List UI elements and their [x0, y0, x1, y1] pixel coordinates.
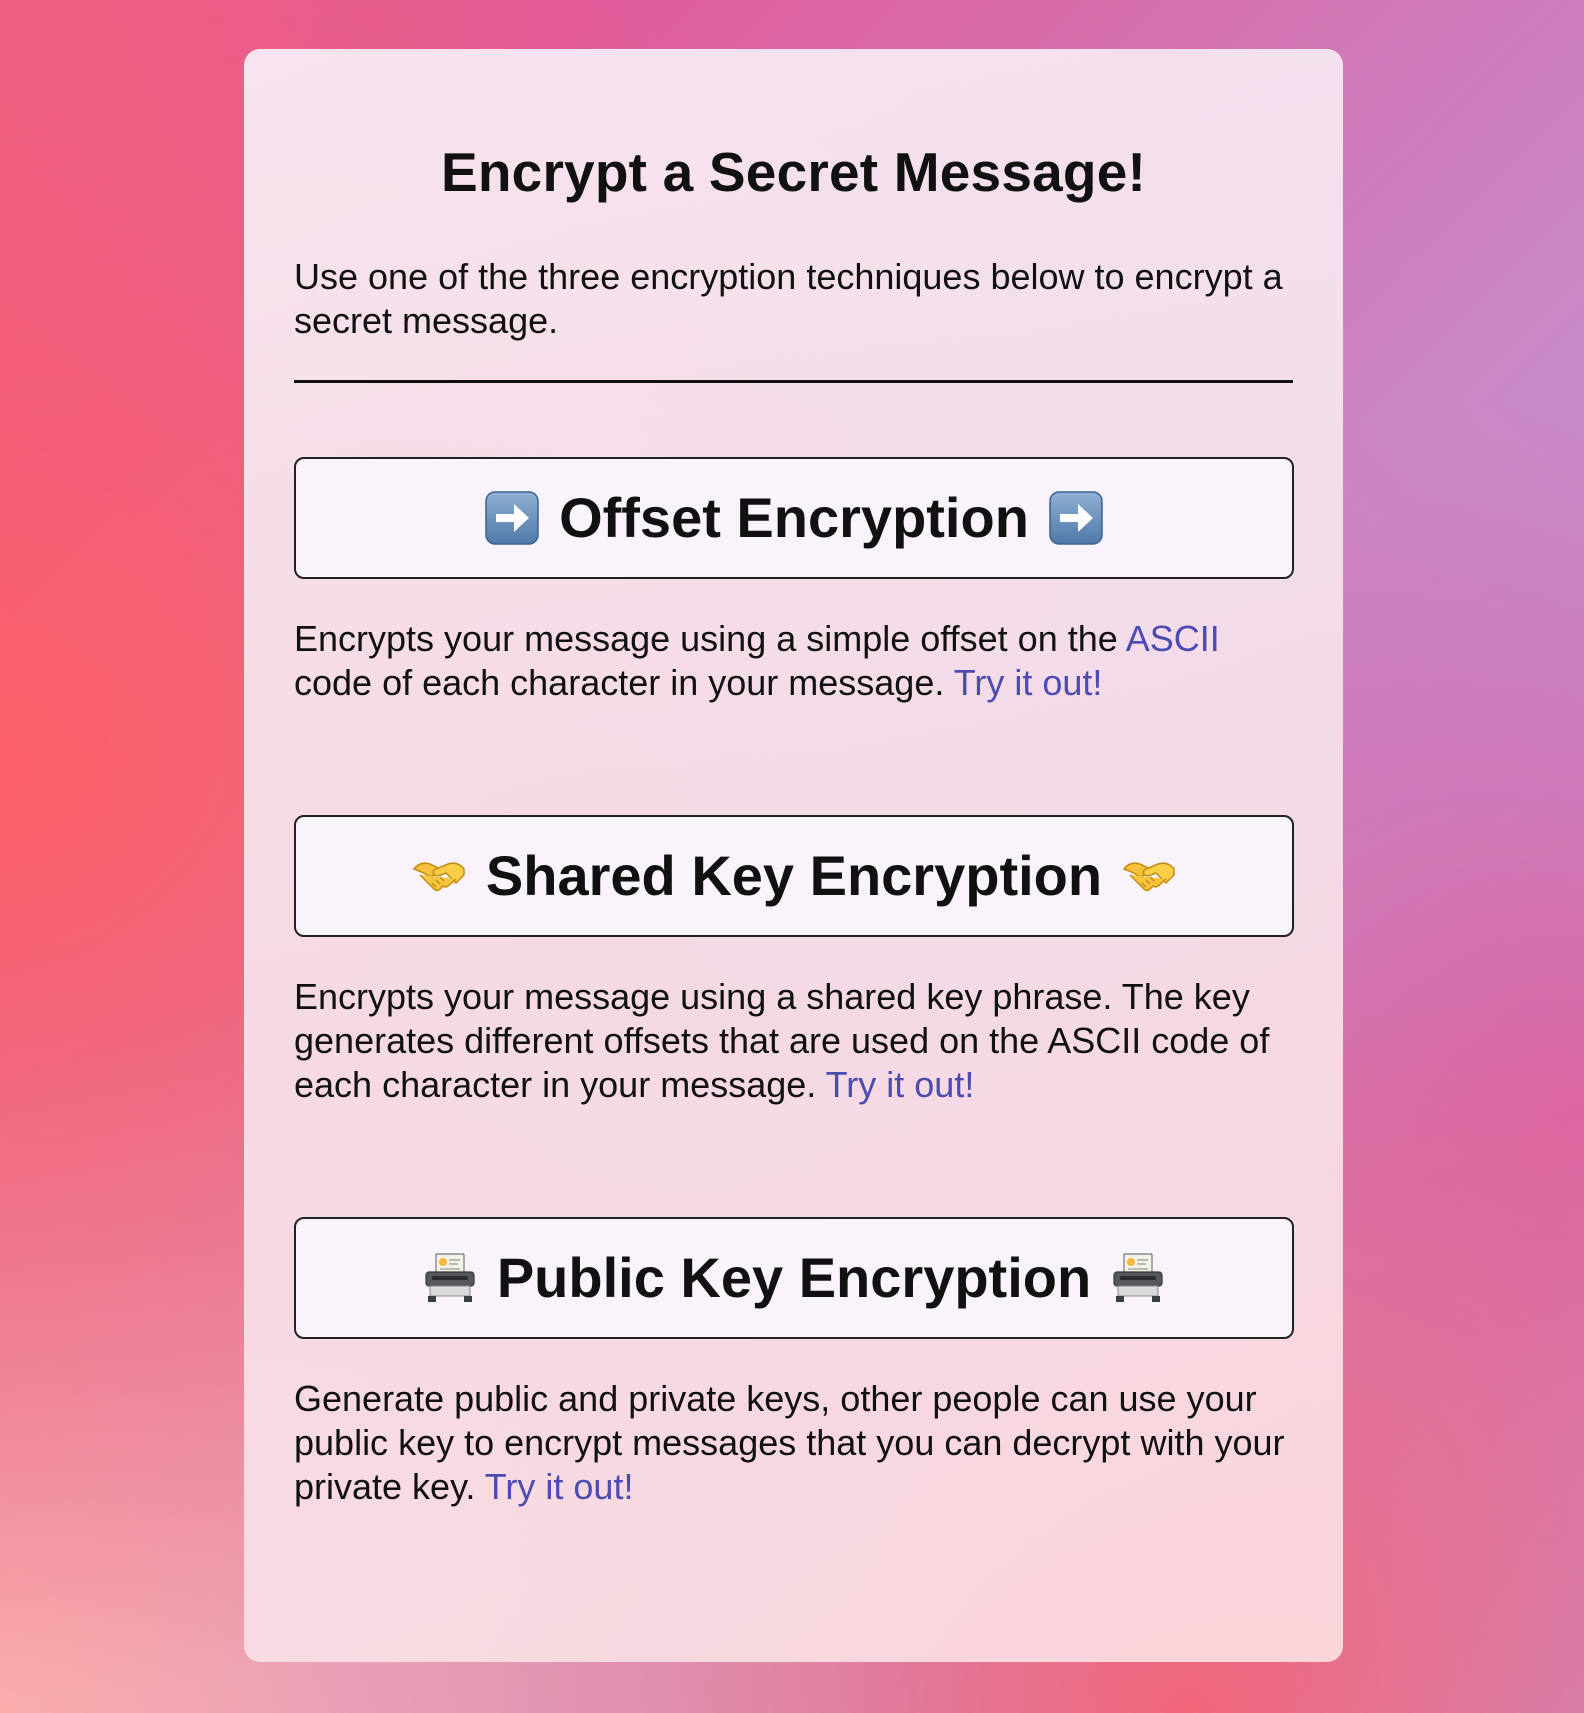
fax-machine-icon	[1109, 1249, 1167, 1307]
offset-description-text-1: Encrypts your message using a simple off…	[294, 618, 1126, 659]
shared-key-encryption-button[interactable]: Shared Key Encryption	[294, 815, 1294, 937]
public-key-encryption-label: Public Key Encryption	[496, 1246, 1092, 1309]
offset-encryption-description: Encrypts your message using a simple off…	[294, 617, 1293, 705]
intro-text: Use one of the three encryption techniqu…	[294, 256, 1283, 341]
handshake-icon	[410, 847, 468, 905]
shared-key-encryption-label: Shared Key Encryption	[485, 844, 1103, 907]
handshake-icon	[1120, 847, 1178, 905]
offset-try-it-link[interactable]: Try it out!	[954, 662, 1103, 703]
offset-description-text-2: code of each character in your message.	[294, 662, 954, 703]
ascii-link[interactable]: ASCII	[1126, 618, 1220, 659]
shared-key-description-text: Encrypts your message using a shared key…	[294, 976, 1270, 1105]
page-title: Encrypt a Secret Message!	[440, 141, 1147, 203]
public-key-encryption-button[interactable]: Public Key Encryption	[294, 1217, 1294, 1339]
divider	[294, 380, 1293, 383]
shared-key-try-it-link[interactable]: Try it out!	[826, 1064, 975, 1105]
public-key-description-text: Generate public and private keys, other …	[294, 1378, 1285, 1507]
right-arrow-icon	[483, 489, 541, 547]
public-key-try-it-link[interactable]: Try it out!	[485, 1466, 634, 1507]
shared-key-encryption-description: Encrypts your message using a shared key…	[294, 975, 1293, 1107]
offset-encryption-button[interactable]: Offset Encryption	[294, 457, 1294, 579]
offset-encryption-label: Offset Encryption	[559, 486, 1029, 549]
right-arrow-icon	[1047, 489, 1105, 547]
content-card: Encrypt a Secret Message! Use one of the…	[244, 49, 1343, 1662]
public-key-encryption-description: Generate public and private keys, other …	[294, 1377, 1293, 1509]
fax-machine-icon	[421, 1249, 479, 1307]
